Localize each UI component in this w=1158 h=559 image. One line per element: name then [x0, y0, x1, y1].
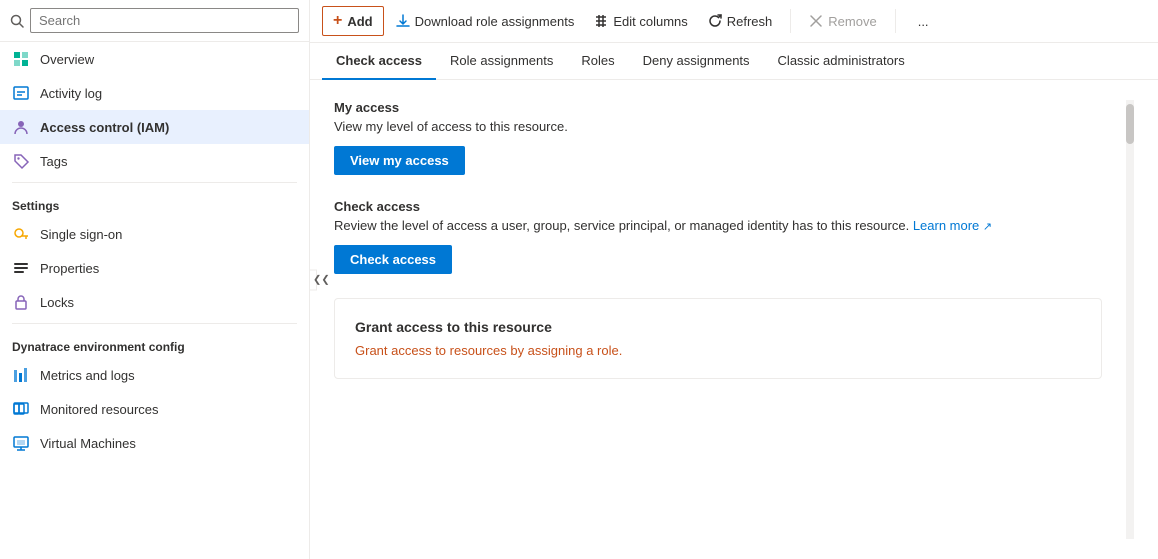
sidebar-item-overview-label: Overview [40, 52, 94, 67]
tab-classic-admin[interactable]: Classic administrators [764, 43, 919, 80]
sidebar-item-properties-label: Properties [40, 261, 99, 276]
my-access-section: My access View my level of access to thi… [334, 100, 1102, 175]
check-access-description: Review the level of access a user, group… [334, 218, 1102, 233]
tab-role-assignments[interactable]: Role assignments [436, 43, 567, 80]
vm-icon [12, 434, 30, 452]
sidebar-item-locks[interactable]: Locks [0, 285, 309, 319]
iam-icon [12, 118, 30, 136]
tabs: Check access Role assignments Roles Deny… [310, 43, 1158, 80]
refresh-icon [708, 14, 722, 28]
sidebar-item-metrics[interactable]: Metrics and logs [0, 358, 309, 392]
sidebar-item-overview[interactable]: Overview [0, 42, 309, 76]
grant-access-description: Grant access to resources by assigning a… [355, 343, 1081, 358]
activity-log-icon [12, 84, 30, 102]
sidebar-item-vms[interactable]: Virtual Machines [0, 426, 309, 460]
sidebar-item-iam[interactable]: Access control (IAM) [0, 110, 309, 144]
content-left: My access View my level of access to thi… [334, 100, 1102, 539]
sidebar-item-iam-label: Access control (IAM) [40, 120, 169, 135]
more-label: ... [918, 14, 929, 29]
plus-icon: + [333, 12, 342, 30]
monitored-icon [12, 400, 30, 418]
sidebar-item-locks-label: Locks [40, 295, 74, 310]
add-button[interactable]: + Add [322, 6, 384, 36]
sidebar-item-sso-label: Single sign-on [40, 227, 122, 242]
add-button-label: Add [347, 14, 372, 29]
sidebar-item-monitored-label: Monitored resources [40, 402, 159, 417]
sidebar: Overview Activity log Access control (IA… [0, 0, 310, 559]
collapse-sidebar-button[interactable]: ❮❮ [309, 269, 317, 290]
check-access-button[interactable]: Check access [334, 245, 452, 274]
tab-check-access-label: Check access [336, 53, 422, 68]
main-panel: + Add Download role assignments [310, 0, 1158, 559]
edit-columns-label: Edit columns [613, 14, 687, 29]
metrics-icon [12, 366, 30, 384]
sidebar-item-sso[interactable]: Single sign-on [0, 217, 309, 251]
lock-icon [12, 293, 30, 311]
key-icon [12, 225, 30, 243]
divider-settings [12, 182, 297, 183]
sidebar-item-activity-log[interactable]: Activity log [0, 76, 309, 110]
remove-button[interactable]: Remove [801, 9, 884, 34]
toolbar-separator-2 [895, 9, 896, 33]
learn-more-link[interactable]: Learn more ↗ [913, 218, 992, 233]
external-link-icon: ↗ [983, 221, 992, 233]
settings-header: Settings [0, 187, 309, 217]
my-access-title: My access [334, 100, 1102, 115]
tab-check-access[interactable]: Check access [322, 43, 436, 80]
tab-role-assignments-label: Role assignments [450, 53, 553, 68]
toolbar: + Add Download role assignments [310, 0, 1158, 43]
download-icon [396, 14, 410, 28]
scrollbar-track [1126, 100, 1134, 539]
more-button[interactable]: ... [910, 9, 937, 34]
tab-classic-admin-label: Classic administrators [778, 53, 905, 68]
remove-icon [809, 14, 823, 28]
remove-label: Remove [828, 14, 876, 29]
download-label: Download role assignments [415, 14, 575, 29]
refresh-button[interactable]: Refresh [700, 9, 781, 34]
tags-icon [12, 152, 30, 170]
edit-columns-icon [594, 14, 608, 28]
content-area: My access View my level of access to thi… [310, 80, 1158, 559]
divider-dynatrace [12, 323, 297, 324]
check-access-description-text: Review the level of access a user, group… [334, 218, 909, 233]
search-box [0, 0, 309, 42]
sidebar-item-activity-log-label: Activity log [40, 86, 102, 101]
check-access-section: Check access Review the level of access … [334, 199, 1102, 274]
grant-access-card: Grant access to this resource Grant acce… [334, 298, 1102, 379]
download-button[interactable]: Download role assignments [388, 9, 583, 34]
sidebar-item-vms-label: Virtual Machines [40, 436, 136, 451]
properties-icon [12, 259, 30, 277]
view-my-access-button[interactable]: View my access [334, 146, 465, 175]
refresh-label: Refresh [727, 14, 773, 29]
tab-deny-assignments[interactable]: Deny assignments [629, 43, 764, 80]
search-input[interactable] [30, 8, 299, 33]
sidebar-item-tags-label: Tags [40, 154, 67, 169]
learn-more-text: Learn more [913, 218, 979, 233]
dynatrace-header: Dynatrace environment config [0, 328, 309, 358]
sidebar-item-metrics-label: Metrics and logs [40, 368, 135, 383]
sidebar-item-monitored[interactable]: Monitored resources [0, 392, 309, 426]
sidebar-item-properties[interactable]: Properties [0, 251, 309, 285]
grant-access-title: Grant access to this resource [355, 319, 1081, 335]
scrollbar-thumb[interactable] [1126, 104, 1134, 144]
edit-columns-button[interactable]: Edit columns [586, 9, 695, 34]
search-icon [10, 14, 24, 28]
tab-roles-label: Roles [581, 53, 614, 68]
tab-deny-assignments-label: Deny assignments [643, 53, 750, 68]
overview-icon [12, 50, 30, 68]
toolbar-separator [790, 9, 791, 33]
tab-roles[interactable]: Roles [567, 43, 628, 80]
sidebar-item-tags[interactable]: Tags [0, 144, 309, 178]
my-access-description: View my level of access to this resource… [334, 119, 1102, 134]
check-access-title: Check access [334, 199, 1102, 214]
